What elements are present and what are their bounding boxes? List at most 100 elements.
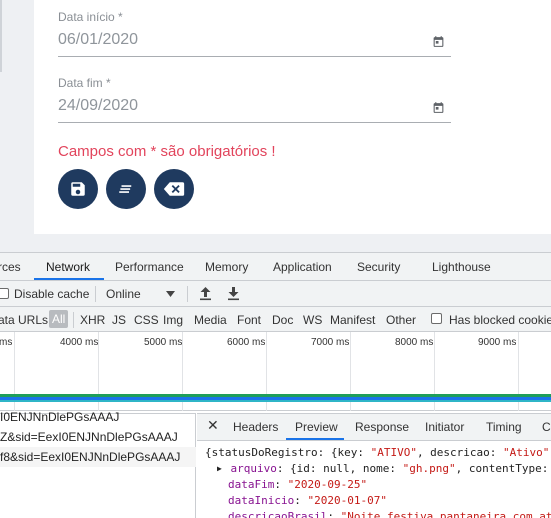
divider [95, 286, 96, 302]
preview-line-3[interactable]: dataFim: "2020-09-25" [228, 478, 367, 491]
filter-img[interactable]: Img [163, 313, 183, 327]
backspace-x-icon [163, 182, 185, 196]
request-name: I0ENJNnDlePGsAAAJ [0, 410, 120, 424]
export-har-icon[interactable] [227, 286, 240, 301]
tab-cookies[interactable]: C [542, 420, 551, 434]
preview-key: dataInicio [228, 494, 295, 507]
filter-doc[interactable]: Doc [272, 313, 293, 327]
active-detail-tab-indicator [286, 438, 344, 440]
tab-security[interactable]: Security [357, 260, 400, 274]
preview-text: , descricao: [416, 446, 504, 459]
calendar-icon[interactable] [432, 101, 445, 114]
preview-value: "gh.png" [402, 462, 456, 475]
dropdown-arrow-icon[interactable] [166, 291, 175, 297]
start-date-label: Data início * [58, 10, 123, 24]
tick-label: 8000 ms [395, 337, 434, 348]
tab-preview[interactable]: Preview [295, 420, 338, 434]
tab-response[interactable]: Response [355, 420, 409, 434]
preview-text: : {id: null, nome: [276, 462, 403, 475]
preview-line-1[interactable]: {statusDoRegistro: {key: "ATIVO", descri… [205, 446, 549, 459]
tab-lighthouse[interactable]: Lighthouse [432, 260, 491, 274]
request-name: f8&sid=EexI0ENJNnDlePGsAAAJ [0, 450, 181, 464]
side-panel-edge [0, 0, 2, 72]
tick-label: 6000 ms [227, 337, 266, 348]
delete-button[interactable] [154, 169, 194, 209]
request-detail-panel: ✕ Headers Preview Response Initiator Tim… [197, 413, 551, 518]
preview-value: "Ativo" [503, 446, 550, 459]
filter-font[interactable]: Font [237, 313, 261, 327]
tab-performance[interactable]: Performance [115, 260, 184, 274]
preview-line-5[interactable]: descricaoBrasil: "Noite festiva pantanei… [228, 510, 551, 518]
tick-label: 7000 ms [311, 337, 350, 348]
tab-network[interactable]: Network [46, 260, 90, 274]
tab-initiator[interactable]: Initiator [425, 420, 464, 434]
request-list: I0ENJNnDlePGsAAAJ Z&sid=EexI0ENJNnDlePGs… [0, 410, 196, 518]
filter-media[interactable]: Media [194, 313, 227, 327]
start-date-value[interactable]: 06/01/2020 [58, 31, 138, 49]
disable-cache-label: Disable cache [14, 287, 90, 301]
end-date-underline [58, 122, 451, 123]
preview-line-4[interactable]: dataInicio: "2020-01-07" [228, 494, 387, 507]
preview-value: "ATIVO" [370, 446, 417, 459]
clear-filter-button[interactable] [106, 169, 146, 209]
filter-xhr[interactable]: XHR [80, 313, 105, 327]
calendar-icon[interactable] [432, 35, 445, 48]
devtools-panel: rces Network Performance Memory Applicat… [0, 252, 551, 518]
network-toolbar: Disable cache Online [0, 281, 551, 307]
request-row[interactable]: I0ENJNnDlePGsAAAJ [0, 407, 196, 427]
network-timeline[interactable]: ms 4000 ms 5000 ms 6000 ms 7000 ms 8000 … [0, 332, 551, 411]
tab-sources[interactable]: rces [0, 260, 21, 274]
required-fields-note: Campos com * são obrigatórios ! [58, 143, 276, 160]
throttling-select[interactable]: Online [106, 287, 141, 301]
tick-label: 9000 ms [478, 337, 517, 348]
preview-value: "Noite festiva pantaneira com at [340, 510, 551, 518]
tab-memory[interactable]: Memory [205, 260, 248, 274]
filter-manifest[interactable]: Manifest [330, 313, 375, 327]
preview-key: dataFim [228, 478, 275, 491]
import-har-icon[interactable] [199, 286, 212, 301]
timeline-bar-teal [0, 400, 551, 402]
disable-cache-checkbox[interactable] [0, 288, 9, 299]
filter-js[interactable]: JS [112, 313, 126, 327]
tick-label: 4000 ms [60, 337, 99, 348]
blocked-cookies-label: Has blocked cookie [449, 313, 551, 327]
tab-headers[interactable]: Headers [233, 420, 278, 434]
divider [187, 286, 188, 302]
preview-value: "2020-01-07" [307, 494, 387, 507]
request-row[interactable]: f8&sid=EexI0ENJNnDlePGsAAAJ [0, 447, 196, 467]
end-date-field[interactable]: Data fim * 24/09/2020 [58, 76, 451, 124]
tab-application[interactable]: Application [273, 260, 332, 274]
preview-text: {statusDoRegistro: {key: [205, 446, 371, 459]
filter-ws[interactable]: WS [303, 313, 322, 327]
hide-data-urls-label[interactable]: ata URLs [0, 313, 48, 327]
preview-text: , contentType: [455, 462, 549, 475]
start-date-underline [58, 56, 451, 57]
request-name: Z&sid=EexI0ENJNnDlePGsAAAJ [0, 430, 178, 444]
filter-bar: ata URLs All XHR JS CSS Img Media Font D… [0, 307, 551, 332]
blocked-cookies-checkbox[interactable] [431, 313, 442, 324]
active-tab-indicator [34, 278, 104, 280]
app-area: Data início * 06/01/2020 Data fim * 24/0… [0, 0, 551, 252]
expand-triangle-icon[interactable]: ▶ [217, 464, 222, 473]
lines-icon [119, 185, 132, 193]
tab-timing[interactable]: Timing [486, 420, 522, 434]
end-date-value[interactable]: 24/09/2020 [58, 97, 138, 115]
end-date-label: Data fim * [58, 76, 111, 90]
detail-tabbar: ✕ Headers Preview Response Initiator Tim… [197, 414, 551, 441]
filter-all[interactable]: All [49, 310, 69, 328]
tick-label: 5000 ms [144, 337, 183, 348]
preview-line-2[interactable]: ▶ arquivo: {id: null, nome: "gh.png", co… [217, 462, 549, 475]
filter-other[interactable]: Other [386, 313, 416, 327]
filter-css[interactable]: CSS [134, 313, 159, 327]
request-row[interactable]: Z&sid=EexI0ENJNnDlePGsAAAJ [0, 427, 196, 447]
preview-key: descricaoBrasil [228, 510, 328, 518]
preview-key: arquivo [230, 462, 277, 475]
tick-label: ms [0, 337, 13, 348]
divider [73, 312, 74, 328]
floppy-disk-icon [71, 182, 85, 196]
start-date-field[interactable]: Data início * 06/01/2020 [58, 10, 451, 58]
preview-value: "2020-09-25" [287, 478, 368, 491]
close-icon[interactable]: ✕ [207, 417, 219, 434]
form-card: Data início * 06/01/2020 Data fim * 24/0… [34, 0, 551, 234]
save-button[interactable] [58, 169, 98, 209]
